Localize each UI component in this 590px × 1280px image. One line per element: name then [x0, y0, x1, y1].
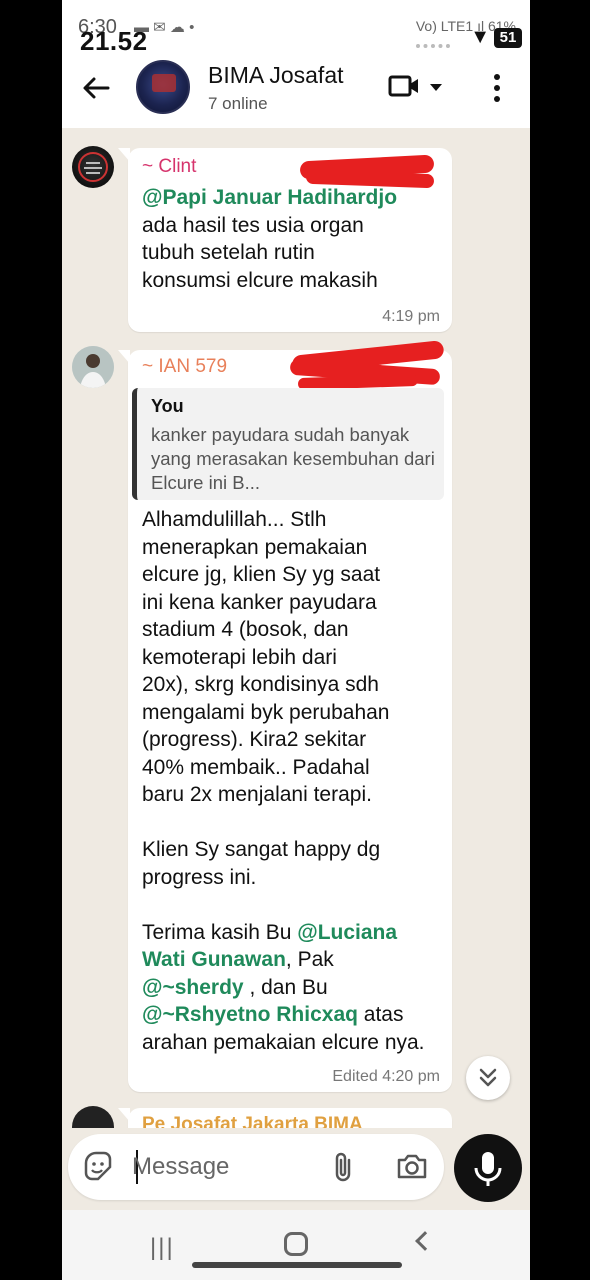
system-nav-bar: ||| — [62, 1210, 530, 1280]
message-bubble[interactable]: ~ IAN 579 You kanker payudara sudah bany… — [118, 340, 452, 1092]
sender-avatar[interactable] — [72, 146, 114, 188]
sender-name[interactable]: ~ Clint — [142, 156, 196, 178]
thanks-paragraph: Terima kasih Bu @Luciana Wati Gunawan, P… — [142, 919, 432, 1057]
message-body: ada hasil tes usia organ tubuh setelah r… — [142, 213, 378, 292]
body-line: stadium 4 (bosok, dan — [142, 618, 349, 641]
nav-back-icon[interactable] — [415, 1231, 435, 1251]
mention-link[interactable]: @~Rshyetno Rhicxaq — [142, 1003, 358, 1026]
left-black-border — [0, 0, 62, 1280]
sender-name[interactable]: Pe Josafat Jakarta BIMA — [142, 1114, 363, 1128]
attach-icon[interactable] — [330, 1150, 356, 1184]
body-line: menerapkan pemakaian — [142, 535, 368, 559]
more-options-icon[interactable] — [494, 74, 500, 102]
emoji-sticker-icon[interactable] — [82, 1151, 114, 1183]
group-title[interactable]: BIMA Josafat — [208, 62, 344, 89]
body-line: baru 2x menjalani terapi. — [142, 783, 372, 806]
scroll-down-button[interactable] — [466, 1056, 510, 1100]
body-line: elcure jg, klien Sy yg saat — [142, 563, 381, 586]
message-input[interactable] — [132, 1146, 312, 1188]
notification-icons: ▬ ✉ ☁ • — [134, 19, 195, 36]
wifi-icon: ▼ — [470, 26, 490, 48]
body-line: mengalami byk perubahan — [142, 700, 390, 724]
body-paragraph: Klien Sy sangat happy dg progress ini. — [142, 838, 381, 889]
body-line: 20x), skrg kondisinya sdh — [142, 673, 379, 696]
person-photo-icon — [72, 346, 114, 388]
chat-area[interactable]: ~ Clint @Papi Januar Hadihardjo ada hasi… — [62, 128, 530, 1128]
sender-avatar[interactable] — [72, 1106, 114, 1128]
body-line: 40% membaik.. Padahal — [142, 755, 370, 779]
recent-apps-icon[interactable]: ||| — [150, 1234, 175, 1262]
online-count: 7 online — [208, 94, 268, 113]
battery-icon: 51 — [494, 28, 522, 48]
video-call-icon[interactable] — [388, 74, 420, 98]
avatar-logo-icon — [78, 152, 108, 182]
body-line: ini kena kanker payudara — [142, 590, 377, 614]
chat-header: BIMA Josafat 7 online — [62, 58, 530, 128]
camera-icon[interactable] — [396, 1152, 428, 1180]
gesture-handle[interactable] — [192, 1262, 402, 1268]
quoted-message[interactable]: You kanker payudara sudah banyak yang me… — [132, 388, 444, 500]
message-bubble[interactable]: ~ Clint @Papi Januar Hadihardjo ada hasi… — [118, 148, 452, 332]
message-compose-bar — [68, 1134, 444, 1200]
back-arrow-icon[interactable] — [80, 72, 112, 104]
double-chevron-down-icon — [479, 1068, 497, 1087]
phone-screen: 6:30 21.52 ▬ ✉ ☁ • Vo) LTE1 ıl 61% ▼ 51 … — [62, 0, 530, 1280]
thanks-text: , dan Bu — [243, 975, 328, 999]
message-time: Edited 4:20 pm — [332, 1068, 440, 1085]
quote-author: You — [151, 396, 184, 416]
mic-button[interactable] — [454, 1134, 522, 1202]
chevron-down-icon[interactable] — [430, 84, 442, 91]
quote-text: kanker payudara sudah banyak yang merasa… — [151, 424, 435, 493]
message-time: 4:19 pm — [382, 308, 440, 325]
thanks-text: Terima kasih Bu — [142, 920, 298, 944]
mic-icon — [474, 1152, 502, 1186]
sender-name[interactable]: ~ IAN 579 — [142, 356, 227, 378]
signal-dots — [416, 44, 450, 48]
body-line: kemoterapi lebih dari — [142, 645, 337, 669]
message-text: @Papi Januar Hadihardjo ada hasil tes us… — [142, 184, 442, 294]
message-bubble[interactable]: Pe Josafat Jakarta BIMA — [118, 1108, 452, 1128]
home-icon[interactable] — [284, 1232, 308, 1256]
body-line: (progress). Kira2 sekitar — [142, 728, 367, 751]
body-line: Alhamdulillah... Stlh — [142, 508, 327, 531]
status-bar: 6:30 21.52 ▬ ✉ ☁ • Vo) LTE1 ıl 61% ▼ 51 — [62, 0, 530, 58]
message-text: Alhamdulillah... Stlh menerapkan pemakai… — [142, 506, 442, 1056]
thanks-text: , Pak — [285, 948, 334, 971]
right-black-border — [530, 0, 590, 1280]
mention-link[interactable]: @Papi Januar Hadihardjo — [142, 186, 397, 209]
mention-link[interactable]: @~sherdy — [142, 976, 244, 999]
sender-avatar[interactable] — [72, 346, 114, 388]
group-avatar[interactable] — [136, 60, 190, 114]
